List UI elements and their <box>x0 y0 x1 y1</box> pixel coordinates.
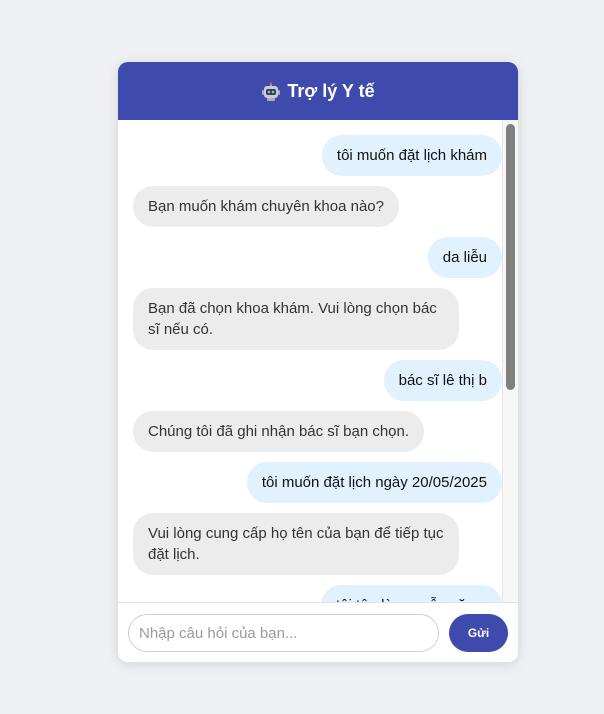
bot-message: Vui lòng cung cấp họ tên của bạn để tiếp… <box>133 513 502 575</box>
bot-message: Chúng tôi đã ghi nhận bác sĩ bạn chọn. <box>133 411 502 452</box>
bot-message: Bạn muốn khám chuyên khoa nào? <box>133 186 502 227</box>
message-bubble: tôi tên là nguyễn văn a <box>321 585 502 602</box>
message-bubble: Vui lòng cung cấp họ tên của bạn để tiếp… <box>133 513 459 575</box>
message-bubble: tôi muốn đặt lịch khám <box>321 135 502 176</box>
chat-footer: Gửi <box>118 602 518 662</box>
message-bubble: Bạn đã chọn khoa khám. Vui lòng chọn bác… <box>133 288 459 350</box>
chat-window: Trợ lý Y tế tôi muốn đặt lịch khám Bạn mu… <box>118 62 518 662</box>
user-message: bác sĩ lê thị b <box>133 360 502 401</box>
robot-icon <box>261 82 281 102</box>
scrollbar[interactable] <box>502 120 518 602</box>
message-list: tôi muốn đặt lịch khám Bạn muốn khám chuy… <box>118 120 502 602</box>
send-button[interactable]: Gửi <box>449 614 508 652</box>
user-message: tôi muốn đặt lịch ngày 20/05/2025 <box>133 462 502 503</box>
user-message: tôi tên là nguyễn văn a <box>133 585 502 602</box>
user-message: tôi muốn đặt lịch khám <box>133 135 502 176</box>
user-message: da liễu <box>133 237 502 278</box>
message-bubble: Chúng tôi đã ghi nhận bác sĩ bạn chọn. <box>133 411 425 452</box>
bot-message: Bạn đã chọn khoa khám. Vui lòng chọn bác… <box>133 288 502 350</box>
chat-header: Trợ lý Y tế <box>118 62 518 120</box>
scrollbar-thumb[interactable] <box>506 124 515 390</box>
message-bubble: bác sĩ lê thị b <box>383 360 502 401</box>
message-bubble: da liễu <box>427 237 502 278</box>
chat-messages-area[interactable]: tôi muốn đặt lịch khám Bạn muốn khám chuy… <box>118 120 518 602</box>
chat-title: Trợ lý Y tế <box>287 80 375 101</box>
message-bubble: tôi muốn đặt lịch ngày 20/05/2025 <box>246 462 502 503</box>
chat-input[interactable] <box>128 614 439 652</box>
message-bubble: Bạn muốn khám chuyên khoa nào? <box>133 186 399 227</box>
